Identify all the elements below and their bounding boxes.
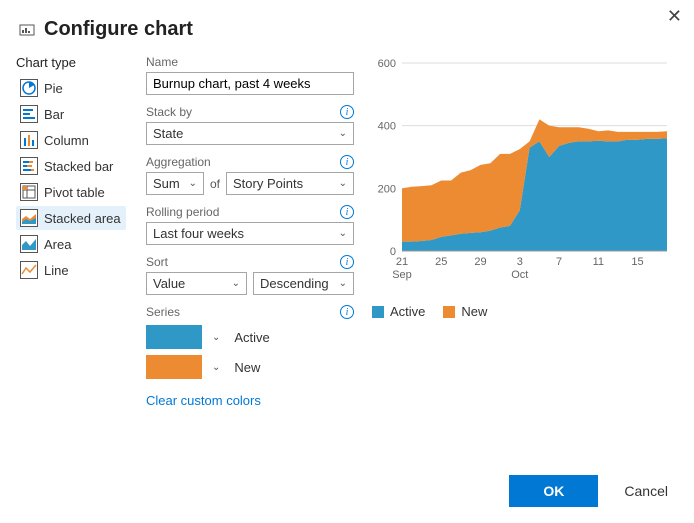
series-row-new: ⌄ New (146, 355, 354, 379)
chart-config-form: Name Stack by i State⌄ Aggregation i Sum… (146, 55, 354, 408)
info-icon[interactable]: i (340, 155, 354, 169)
close-button[interactable]: ✕ (667, 6, 682, 27)
chart-type-sidebar: Chart type Pie Bar Column Stacked bar (16, 55, 126, 408)
dialog-title: Configure chart (44, 18, 193, 41)
svg-text:29: 29 (474, 256, 486, 268)
svg-text:600: 600 (378, 58, 396, 70)
stacked-area-icon (20, 209, 38, 227)
line-icon (20, 261, 38, 279)
svg-text:7: 7 (556, 256, 562, 268)
chart-legend: Active New (372, 304, 684, 319)
aggregation-of: of (210, 177, 220, 191)
chart-type-label: Stacked area (44, 211, 121, 226)
pivot-table-icon (20, 183, 38, 201)
chart-type-line[interactable]: Line (16, 258, 126, 282)
info-icon[interactable]: i (340, 205, 354, 219)
chart-type-stacked-bar[interactable]: Stacked bar (16, 154, 126, 178)
stackby-select[interactable]: State⌄ (146, 122, 354, 145)
legend-item-new: New (443, 304, 487, 319)
svg-text:11: 11 (593, 256, 604, 268)
name-label: Name (146, 55, 178, 69)
legend-swatch (443, 306, 455, 318)
chevron-down-icon[interactable]: ⌄ (212, 362, 220, 373)
chevron-down-icon: ⌄ (339, 228, 347, 239)
stacked-bar-icon (20, 157, 38, 175)
chart-type-column[interactable]: Column (16, 128, 126, 152)
pie-icon (20, 79, 38, 97)
info-icon[interactable]: i (340, 105, 354, 119)
sort-label: Sort (146, 255, 168, 269)
series-swatch[interactable] (146, 355, 202, 379)
chart-type-label: Column (44, 133, 89, 148)
chart-type-label: Pivot table (44, 185, 105, 200)
chart-type-pivot-table[interactable]: Pivot table (16, 180, 126, 204)
chevron-down-icon[interactable]: ⌄ (212, 332, 220, 343)
chart-type-bar[interactable]: Bar (16, 102, 126, 126)
chevron-down-icon: ⌄ (339, 128, 347, 139)
chart-type-label: Stacked bar (44, 159, 113, 174)
area-icon (20, 235, 38, 253)
svg-text:400: 400 (378, 121, 396, 133)
svg-text:Oct: Oct (511, 269, 528, 281)
ok-button[interactable]: OK (509, 475, 598, 507)
svg-text:25: 25 (435, 256, 447, 268)
aggregation-label: Aggregation (146, 155, 211, 169)
sort-dir-select[interactable]: Descending⌄ (253, 272, 354, 295)
rolling-select[interactable]: Last four weeks⌄ (146, 222, 354, 245)
sort-field-select[interactable]: Value⌄ (146, 272, 247, 295)
chart-type-label: Bar (44, 107, 64, 122)
legend-swatch (372, 306, 384, 318)
dialog-header: Configure chart (0, 0, 694, 51)
info-icon[interactable]: i (340, 255, 354, 269)
svg-text:3: 3 (517, 256, 523, 268)
chart-type-pie[interactable]: Pie (16, 76, 126, 100)
legend-item-active: Active (372, 304, 425, 319)
aggregation-func-select[interactable]: Sum⌄ (146, 172, 204, 195)
chevron-down-icon: ⌄ (339, 178, 347, 189)
svg-text:21: 21 (396, 256, 408, 268)
configure-chart-icon (18, 21, 36, 39)
series-swatch[interactable] (146, 325, 202, 349)
chart-svg: 020040060021Sep25293Oct71115 (372, 55, 672, 285)
series-label: Series (146, 305, 180, 319)
chart-preview: 020040060021Sep25293Oct71115 Active New (372, 55, 684, 408)
rolling-label: Rolling period (146, 205, 219, 219)
series-row-active: ⌄ Active (146, 325, 354, 349)
column-icon (20, 131, 38, 149)
svg-text:15: 15 (631, 256, 643, 268)
chart-type-title: Chart type (16, 55, 126, 70)
cancel-button[interactable]: Cancel (618, 482, 674, 500)
series-item-label: New (234, 360, 260, 375)
chart-type-stacked-area[interactable]: Stacked area (16, 206, 126, 230)
info-icon[interactable]: i (340, 305, 354, 319)
chevron-down-icon: ⌄ (232, 278, 240, 289)
svg-text:Sep: Sep (392, 269, 412, 281)
chart-type-label: Area (44, 237, 71, 252)
svg-text:200: 200 (378, 183, 396, 195)
stackby-label: Stack by (146, 105, 192, 119)
chevron-down-icon: ⌄ (189, 178, 197, 189)
bar-icon (20, 105, 38, 123)
chart-type-label: Pie (44, 81, 63, 96)
dialog-footer: OK Cancel (509, 475, 674, 507)
name-input[interactable] (146, 72, 354, 95)
clear-custom-colors-link[interactable]: Clear custom colors (146, 393, 261, 408)
chart-type-area[interactable]: Area (16, 232, 126, 256)
chevron-down-icon: ⌄ (339, 278, 347, 289)
chart-type-label: Line (44, 263, 69, 278)
series-item-label: Active (234, 330, 269, 345)
aggregation-field-select[interactable]: Story Points⌄ (226, 172, 354, 195)
